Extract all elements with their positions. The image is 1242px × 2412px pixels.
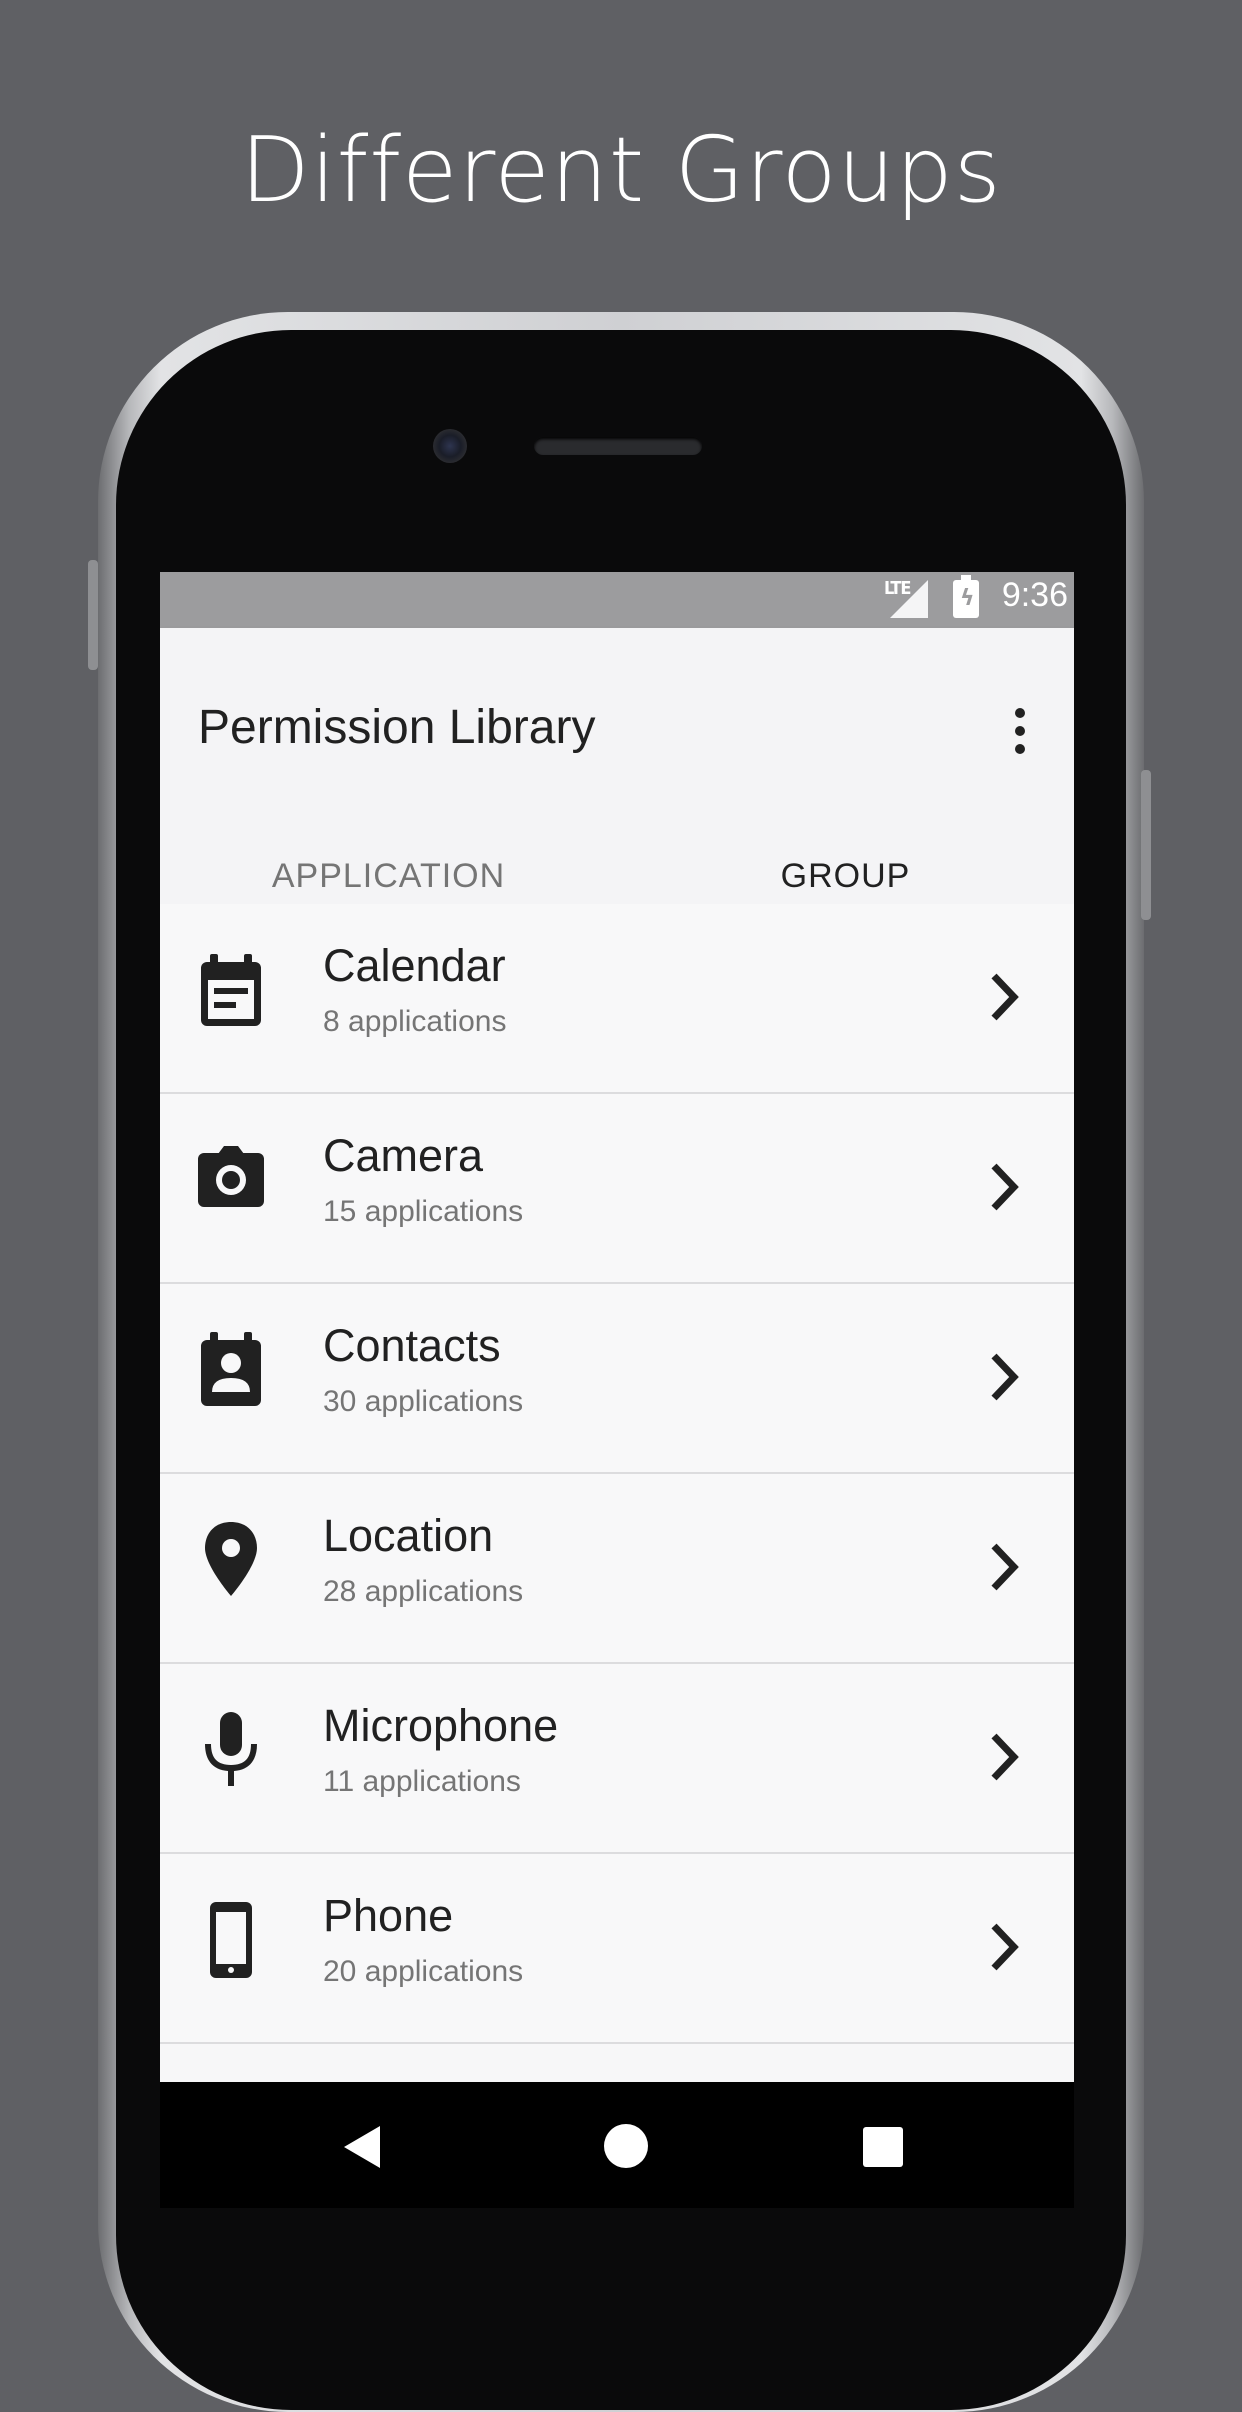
group-name: Location [323,1510,494,1561]
contacts-icon [201,1332,261,1406]
chevron-right-icon [991,973,1019,1021]
phone-icon [210,1902,252,1978]
group-name: Calendar [323,940,506,991]
microphone-icon [205,1712,257,1786]
headline: Different Groups [240,118,1002,223]
group-count: 8 applications [323,1005,507,1038]
chevron-right-icon [991,1543,1019,1591]
group-name: Microphone [323,1700,559,1751]
location-pin-icon [205,1522,257,1596]
back-icon[interactable] [342,2124,382,2170]
list-item[interactable]: Contacts 30 applications [160,1284,1074,1474]
screen: LTE ϟ 9:36 Permission Library APPLICATIO… [160,572,1074,2208]
list-item[interactable]: Calendar 8 applications [160,904,1074,1094]
app-title: Permission Library [198,701,596,754]
chevron-right-icon [991,1733,1019,1781]
volume-button [88,560,98,670]
group-count: 30 applications [323,1385,524,1418]
home-icon[interactable] [604,2124,648,2168]
chevron-right-icon [991,1163,1019,1211]
status-bar: LTE ϟ 9:36 [160,572,1074,628]
calendar-icon [201,954,261,1026]
earpiece-speaker [534,437,702,455]
chevron-right-icon [991,1353,1019,1401]
chevron-right-icon [991,1923,1019,1971]
front-camera [433,429,467,463]
group-count: 11 applications [323,1765,521,1798]
network-type: LTE [884,578,911,599]
list-item[interactable]: Phone 20 applications [160,1854,1074,2044]
list-item[interactable]: Location 28 applications [160,1474,1074,1664]
app-bar: Permission Library APPLICATION GROUP [160,628,1074,948]
group-count: 15 applications [323,1195,524,1228]
group-name: Camera [323,1130,484,1181]
group-count: 20 applications [323,1955,524,1988]
list-item[interactable]: Camera 15 applications [160,1094,1074,1284]
status-time: 9:36 [1001,576,1068,614]
recents-icon[interactable] [863,2127,903,2167]
group-name: Contacts [323,1320,501,1371]
navigation-bar [160,2082,1074,2208]
group-count: 28 applications [323,1575,524,1608]
camera-icon [198,1146,264,1207]
group-list: Calendar 8 applications Camera 15 applic… [160,904,1074,2044]
side-button [1141,770,1151,920]
group-name: Phone [323,1890,454,1941]
more-vert-icon[interactable] [1008,706,1032,756]
list-item[interactable]: Microphone 11 applications [160,1664,1074,1854]
battery-charging-icon: ϟ [953,575,979,618]
